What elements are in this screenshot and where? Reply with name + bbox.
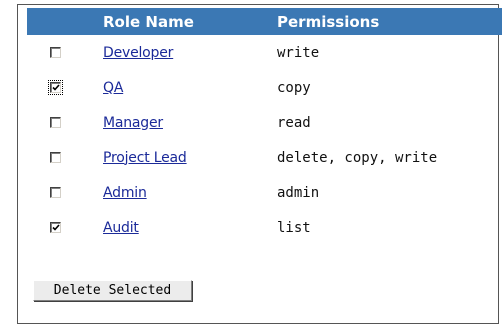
- row-select-checkbox[interactable]: [50, 222, 61, 233]
- permissions-cell: copy: [277, 79, 311, 96]
- row-select-cell: [27, 70, 83, 105]
- checkmark-icon: [52, 84, 60, 91]
- role-name-cell: Developer: [83, 35, 277, 70]
- role-link[interactable]: Developer: [103, 45, 173, 61]
- role-name-cell: Project Lead: [83, 140, 277, 175]
- table-header-row: Role Name Permissions: [27, 8, 502, 35]
- delete-selected-button[interactable]: Delete Selected: [33, 280, 192, 301]
- select-column-header: [27, 8, 83, 35]
- permissions-cell: admin: [277, 184, 320, 201]
- row-select-cell: [27, 140, 83, 175]
- role-link[interactable]: Admin: [103, 185, 147, 201]
- table-row: Developer write: [27, 35, 502, 70]
- row-select-cell: [27, 105, 83, 140]
- row-select-cell: [27, 210, 83, 245]
- row-select-checkbox[interactable]: [50, 47, 61, 58]
- role-link[interactable]: Manager: [103, 115, 163, 131]
- table-row: Audit list: [27, 210, 502, 245]
- table-row: Project Lead delete, copy, write: [27, 140, 502, 175]
- checkmark-icon: [52, 224, 60, 231]
- role-name-cell: Audit: [83, 210, 277, 245]
- role-name-cell: Admin: [83, 175, 277, 210]
- row-select-cell: [27, 175, 83, 210]
- permissions-cell: write: [277, 44, 320, 61]
- row-select-checkbox[interactable]: [50, 187, 61, 198]
- permissions-cell: delete, copy, write: [277, 149, 438, 166]
- permissions-cell: list: [277, 219, 311, 236]
- row-select-checkbox[interactable]: [50, 117, 61, 128]
- roles-table: Role Name Permissions Developer write QA co…: [27, 8, 502, 245]
- row-select-checkbox[interactable]: [48, 80, 63, 95]
- role-name-cell: QA: [83, 70, 277, 105]
- role-name-cell: Manager: [83, 105, 277, 140]
- row-select-cell: [27, 35, 83, 70]
- permissions-header: Permissions: [277, 8, 502, 35]
- role-link[interactable]: Project Lead: [103, 150, 187, 166]
- table-row: Manager read: [27, 105, 502, 140]
- role-link[interactable]: QA: [103, 80, 123, 96]
- row-select-checkbox[interactable]: [50, 152, 61, 163]
- table-row: Admin admin: [27, 175, 502, 210]
- role-link[interactable]: Audit: [103, 220, 139, 236]
- table-row: QA copy: [27, 70, 502, 105]
- permissions-cell: read: [277, 114, 311, 131]
- role-name-header: Role Name: [83, 8, 277, 35]
